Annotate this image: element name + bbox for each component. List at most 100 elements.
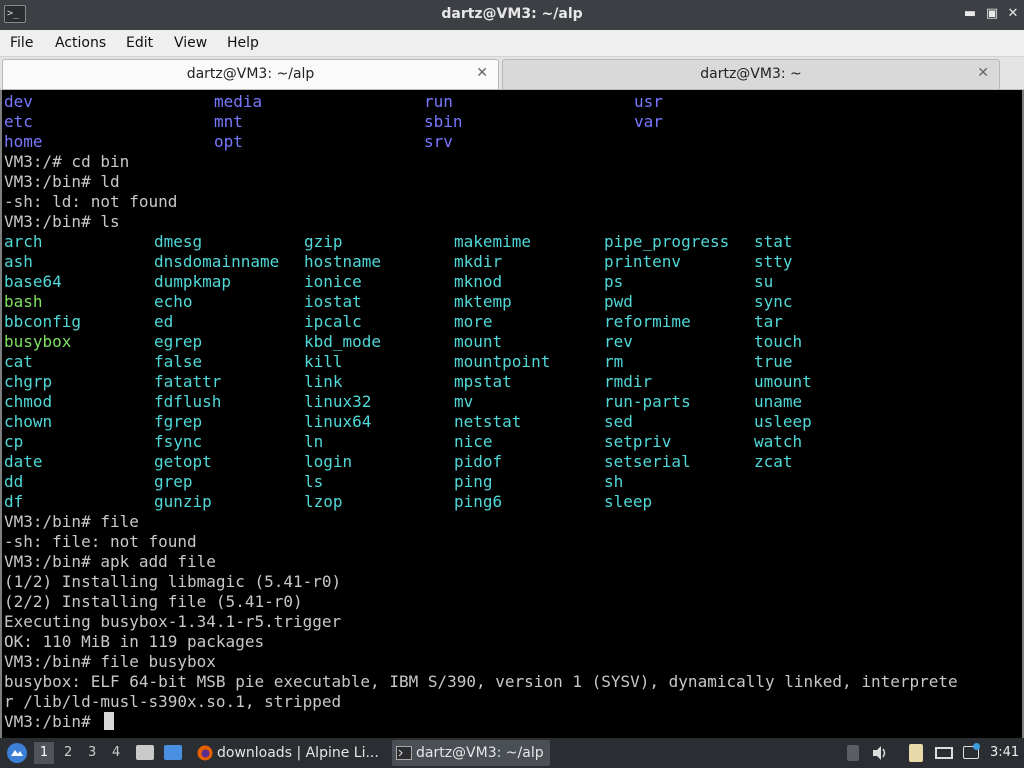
file-entry: true <box>754 352 793 371</box>
file-entry: link <box>304 372 343 391</box>
terminal-output[interactable]: dev media run usr etc mnt sbin var home opt srv VM3… <box>0 90 1024 738</box>
file-entry: mpstat <box>454 372 512 391</box>
file-entry: linux32 <box>304 392 372 411</box>
file-entry: fgrep <box>154 412 203 431</box>
workspace-4[interactable]: 4 <box>112 745 120 760</box>
directory-entry: run <box>424 92 453 111</box>
directory-entry: var <box>634 112 663 131</box>
tab-bar: dartz@VM3: ~/alp ✕ dartz@VM3: ~ ✕ <box>0 57 1024 90</box>
file-entry: netstat <box>454 412 522 431</box>
file-entry: linux64 <box>304 412 372 431</box>
file-entry: pidof <box>454 452 503 471</box>
desktop-icon[interactable] <box>162 738 184 768</box>
scroll-arrow-icon[interactable] <box>846 738 860 768</box>
taskbar-task-terminal[interactable]: dartz@VM3: ~/alp <box>392 740 550 766</box>
workspace-2[interactable]: 2 <box>64 745 72 760</box>
file-entry: dd <box>4 472 24 491</box>
file-entry: date <box>4 452 43 471</box>
file-entry: echo <box>154 292 193 311</box>
file-entry: rev <box>604 332 633 351</box>
terminal-line: VM3:/bin# apk add file <box>4 552 216 571</box>
taskbar-task-firefox[interactable]: downloads | Alpine Li... <box>193 740 385 766</box>
terminal-icon <box>396 746 412 760</box>
file-entry: fdflush <box>154 392 222 411</box>
tab-close-icon[interactable]: ✕ <box>476 65 488 81</box>
directory-entry: sbin <box>424 112 463 131</box>
file-entry: ipcalc <box>304 312 362 331</box>
file-entry: mktemp <box>454 292 512 311</box>
file-entry: sh <box>604 472 624 491</box>
file-entry: ionice <box>304 272 362 291</box>
file-entry: setpriv <box>604 432 672 451</box>
terminal-line: VM3:/bin# ls <box>4 212 120 231</box>
file-entry: pwd <box>604 292 633 311</box>
file-entry: mountpoint <box>454 352 551 371</box>
start-menu-button[interactable] <box>4 738 28 768</box>
directory-entry: media <box>214 92 263 111</box>
menu-file[interactable]: File <box>10 35 33 51</box>
file-manager-icon[interactable] <box>134 738 156 768</box>
menu-actions[interactable]: Actions <box>55 35 106 51</box>
terminal-line: (1/2) Installing libmagic (5.41-r0) <box>4 572 342 591</box>
file-entry: bash <box>4 292 43 311</box>
menu-view[interactable]: View <box>174 35 207 51</box>
terminal-line: -sh: ld: not found <box>4 192 178 211</box>
maximize-icon[interactable]: ▣ <box>983 5 1001 23</box>
file-entry: arch <box>4 232 43 251</box>
menu-edit[interactable]: Edit <box>126 35 153 51</box>
directory-entry: dev <box>4 92 33 111</box>
file-entry: bbconfig <box>4 312 82 331</box>
workspace-3[interactable]: 3 <box>88 745 96 760</box>
file-entry: watch <box>754 432 803 451</box>
file-entry: fsync <box>154 432 203 451</box>
file-entry: stty <box>754 252 793 271</box>
firefox-icon <box>197 745 213 761</box>
file-entry: setserial <box>604 452 691 471</box>
file-entry: egrep <box>154 332 203 351</box>
terminal-line: VM3:/bin# file busybox <box>4 652 216 671</box>
minimize-icon[interactable]: ▬ <box>961 5 979 23</box>
file-entry: umount <box>754 372 812 391</box>
file-entry: grep <box>154 472 193 491</box>
file-entry: iostat <box>304 292 362 311</box>
file-entry: reformime <box>604 312 691 331</box>
workspace-1[interactable]: 1 <box>34 742 54 764</box>
clipboard-icon[interactable] <box>905 738 927 768</box>
file-entry: fatattr <box>154 372 222 391</box>
update-notifier-icon[interactable] <box>960 738 982 768</box>
menu-help[interactable]: Help <box>227 35 259 51</box>
clock: 3:41 <box>990 745 1020 760</box>
file-entry: pipe_progress <box>604 232 730 251</box>
terminal-line: busybox: ELF 64-bit MSB pie executable, … <box>4 672 958 691</box>
network-icon[interactable] <box>933 738 955 768</box>
task-label: dartz@VM3: ~/alp <box>416 745 544 761</box>
file-entry: mount <box>454 332 503 351</box>
tab-label: dartz@VM3: ~/alp <box>186 66 315 82</box>
file-entry: zcat <box>754 452 793 471</box>
tab-alp[interactable]: dartz@VM3: ~/alp ✕ <box>2 59 499 89</box>
file-entry: stat <box>754 232 793 251</box>
tab-close-icon[interactable]: ✕ <box>977 65 989 81</box>
file-entry: false <box>154 352 203 371</box>
tab-home[interactable]: dartz@VM3: ~ ✕ <box>502 59 1000 89</box>
terminal-line: (2/2) Installing file (5.41-r0) <box>4 592 303 611</box>
file-entry: busybox <box>4 332 72 351</box>
close-icon[interactable]: ✕ <box>1004 5 1022 23</box>
file-entry: chown <box>4 412 53 431</box>
file-entry: dmesg <box>154 232 203 251</box>
task-label: downloads | Alpine Li... <box>217 745 379 761</box>
file-entry: chgrp <box>4 372 53 391</box>
directory-entry: usr <box>634 92 663 111</box>
file-entry: more <box>454 312 493 331</box>
volume-icon[interactable] <box>870 738 892 768</box>
tab-label: dartz@VM3: ~ <box>700 66 802 82</box>
file-entry: sleep <box>604 492 653 511</box>
directory-entry: opt <box>214 132 243 151</box>
file-entry: mknod <box>454 272 503 291</box>
directory-entry: mnt <box>214 112 243 131</box>
directory-entry: srv <box>424 132 453 151</box>
file-entry: ash <box>4 252 33 271</box>
file-entry: sed <box>604 412 633 431</box>
file-entry: run-parts <box>604 392 691 411</box>
file-entry: cp <box>4 432 24 451</box>
